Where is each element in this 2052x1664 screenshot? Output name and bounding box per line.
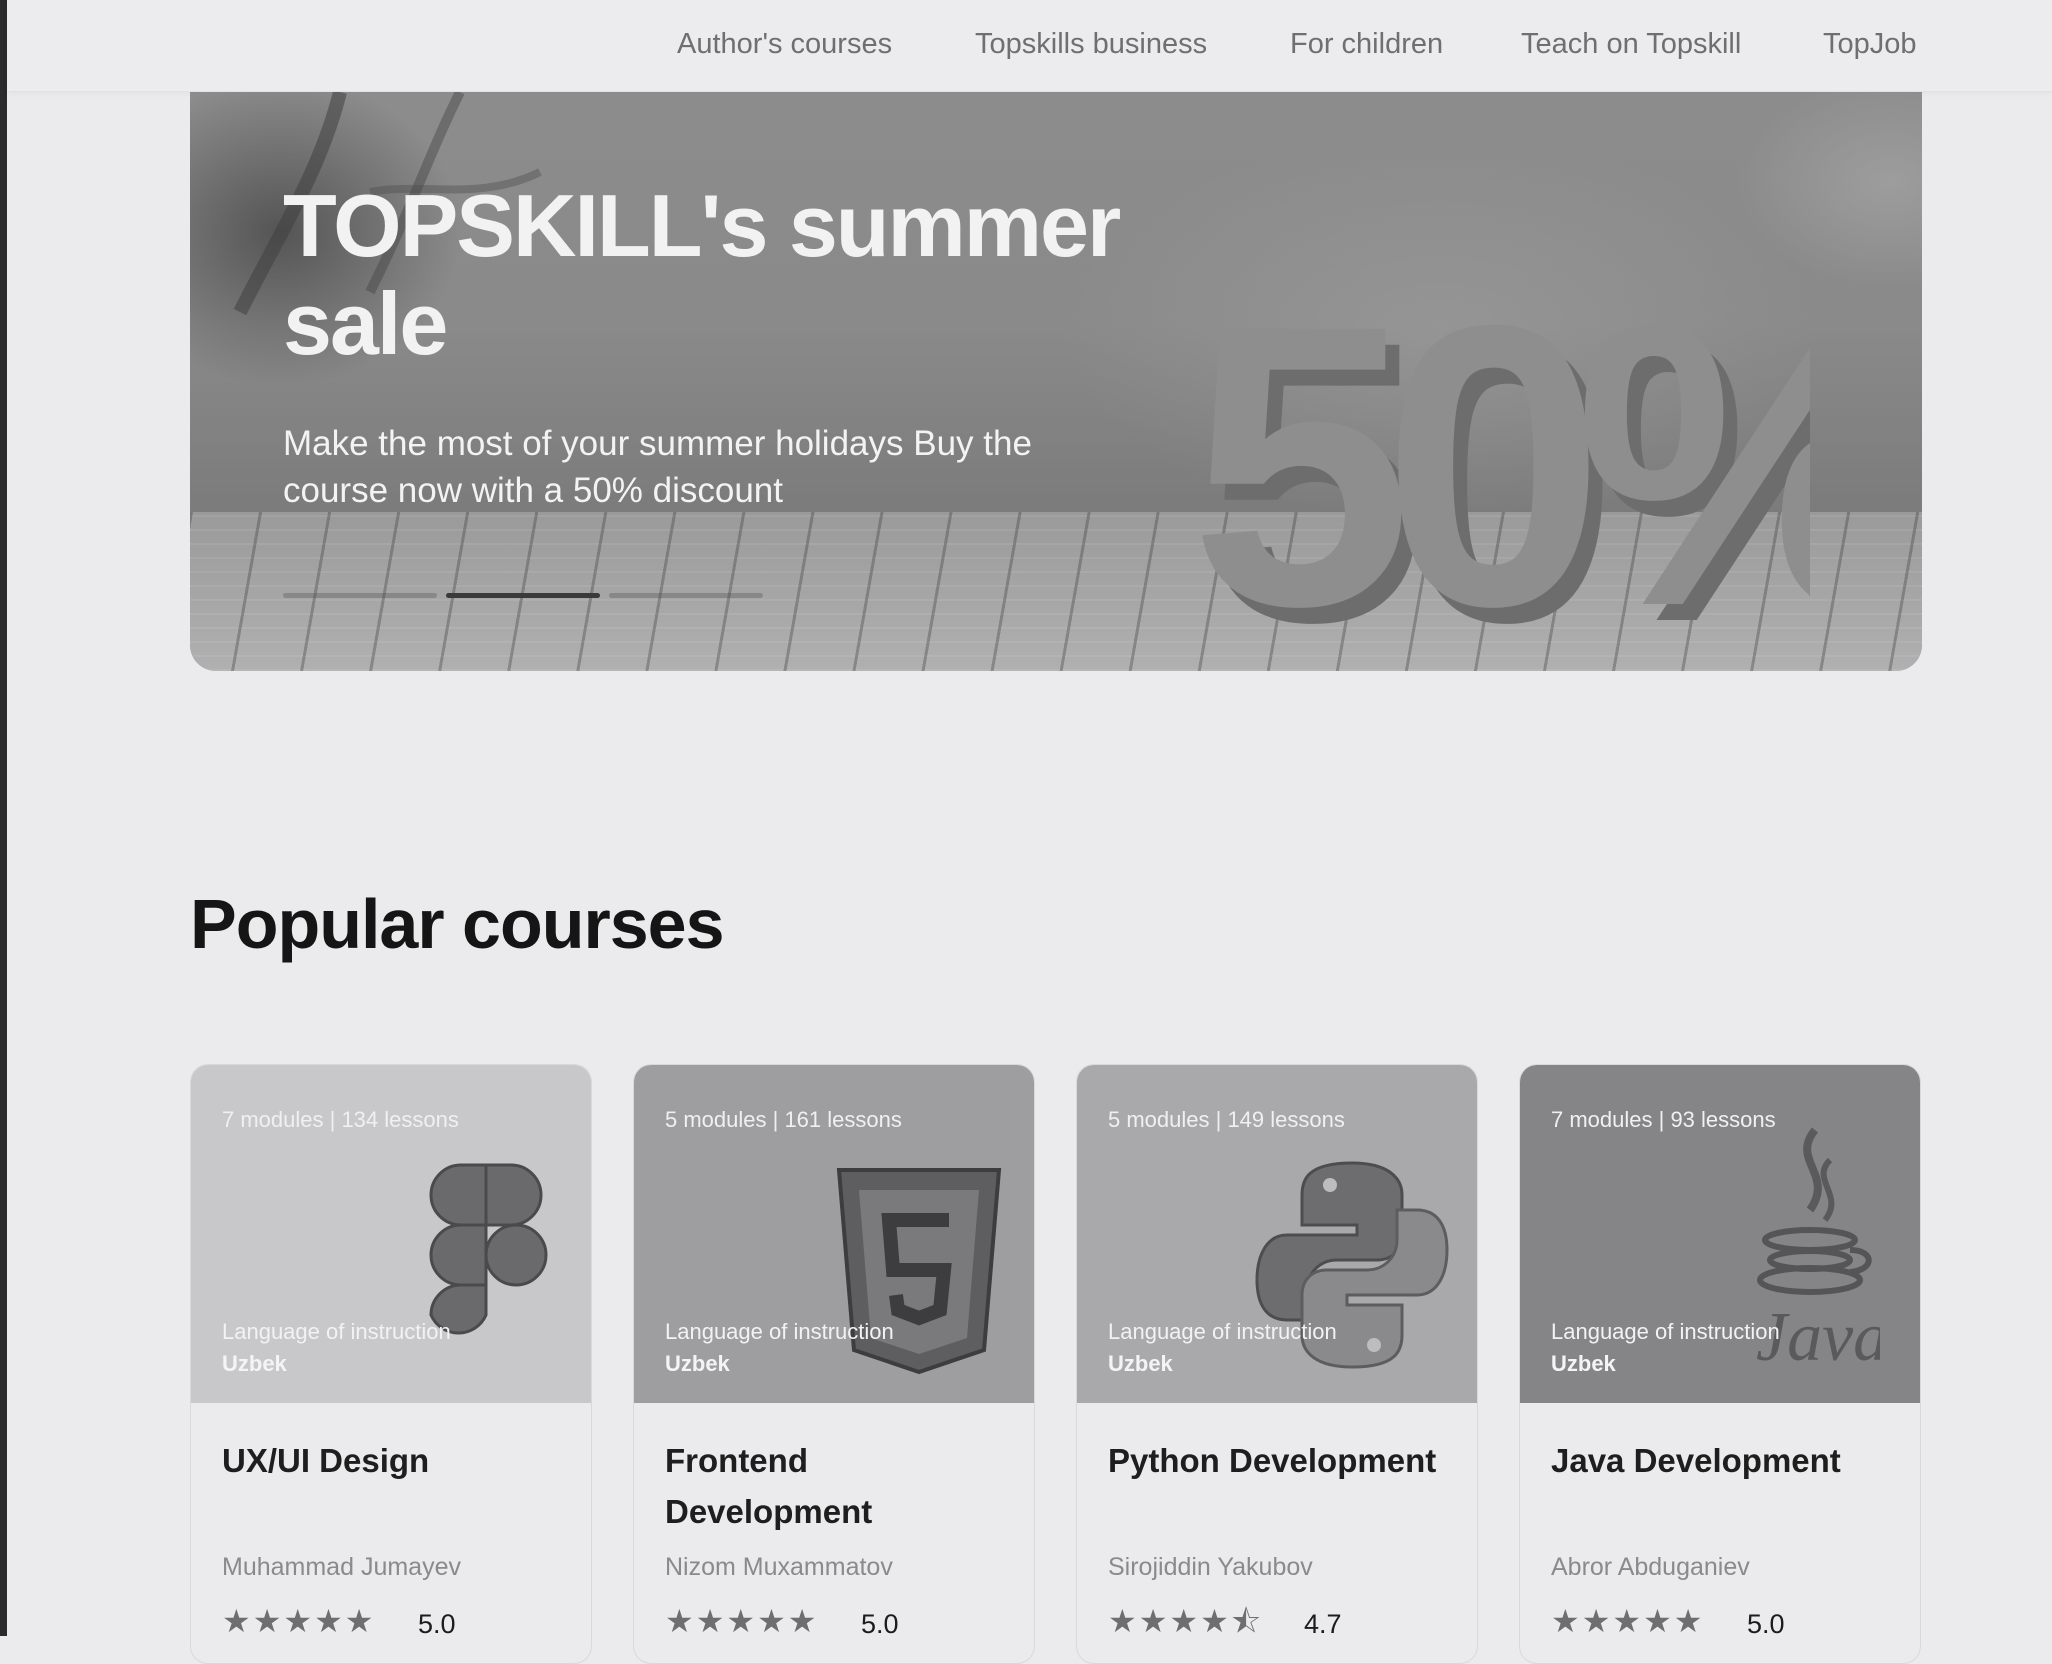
carousel-indicators xyxy=(283,593,763,599)
course-card-media: 7 modules | 134 lessons Language of inst… xyxy=(191,1065,591,1403)
star-icon: ★★★★★ xyxy=(665,1603,819,1639)
course-author: Abror Abduganiev xyxy=(1551,1553,1750,1581)
language-value: Uzbek xyxy=(222,1351,287,1376)
rating-value: 5.0 xyxy=(1747,1609,1785,1639)
course-card-ux-ui[interactable]: 7 modules | 134 lessons Language of inst… xyxy=(190,1064,592,1664)
html5-icon xyxy=(836,1168,1002,1375)
rating-value: 5.0 xyxy=(861,1609,899,1639)
star-icon: ★★★★★ xyxy=(222,1603,376,1639)
course-title[interactable]: UX/UI Design xyxy=(222,1435,572,1486)
course-card-frontend[interactable]: 5 modules | 161 lessons Language of inst… xyxy=(633,1064,1035,1664)
top-nav: Author's courses Topskills business For … xyxy=(7,0,2052,92)
rating-value: 5.0 xyxy=(418,1609,456,1639)
left-edge-bar xyxy=(0,0,7,1636)
course-title[interactable]: Java Development xyxy=(1551,1435,1901,1486)
svg-text:50%: 50% xyxy=(1190,242,1810,652)
course-card-media: 5 modules | 161 lessons Language of inst… xyxy=(634,1065,1034,1403)
nav-topjob[interactable]: TopJob xyxy=(1823,28,1917,61)
nav-for-children[interactable]: For children xyxy=(1290,28,1443,61)
banner-subtitle: Make the most of your summer holidays Bu… xyxy=(283,424,1032,510)
course-card-media: 5 modules | 149 lessons Language of inst… xyxy=(1077,1065,1477,1403)
course-card-java[interactable]: 7 modules | 93 lessons Java Language of … xyxy=(1519,1064,1921,1664)
course-author: Sirojiddin Yakubov xyxy=(1108,1553,1313,1581)
promo-banner[interactable]: TOPSKILL's summer sale Make the most of … xyxy=(190,92,1922,671)
carousel-dot[interactable] xyxy=(609,593,763,598)
language-label: Language of instruction xyxy=(1551,1319,1780,1344)
nav-topskills-business[interactable]: Topskills business xyxy=(975,28,1207,61)
star-icon: ★★★★★ xyxy=(1551,1603,1705,1639)
language-label: Language of instruction xyxy=(665,1319,894,1344)
course-meta: 5 modules | 149 lessons xyxy=(1108,1107,1345,1132)
language-label: Language of instruction xyxy=(1108,1319,1337,1344)
language-value: Uzbek xyxy=(1108,1351,1173,1376)
course-author: Nizom Muxammatov xyxy=(665,1553,893,1581)
language-label: Language of instruction xyxy=(222,1319,451,1344)
course-meta: 7 modules | 93 lessons xyxy=(1551,1107,1776,1132)
section-title: Popular courses xyxy=(190,885,725,963)
nav-authors-courses[interactable]: Author's courses xyxy=(677,28,892,61)
course-meta: 7 modules | 134 lessons xyxy=(222,1107,459,1132)
star-icon: ★★★★⯪ xyxy=(1108,1603,1264,1639)
rating-value: 4.7 xyxy=(1304,1609,1342,1639)
banner-title: TOPSKILL's summer sale xyxy=(283,176,1121,373)
course-title[interactable]: Frontend Development xyxy=(665,1435,1015,1537)
course-meta: 5 modules | 161 lessons xyxy=(665,1107,902,1132)
course-card-python[interactable]: 5 modules | 149 lessons Language of inst… xyxy=(1076,1064,1478,1664)
fifty-percent-graphic: 50% 50% xyxy=(1190,242,1810,652)
carousel-dot[interactable] xyxy=(283,593,437,598)
language-value: Uzbek xyxy=(1551,1351,1616,1376)
language-value: Uzbek xyxy=(665,1351,730,1376)
carousel-dot-active[interactable] xyxy=(446,593,600,598)
nav-teach-on-topskill[interactable]: Teach on Topskill xyxy=(1521,28,1741,61)
course-author: Muhammad Jumayev xyxy=(222,1553,461,1581)
course-card-media: 7 modules | 93 lessons Java Language of … xyxy=(1520,1065,1920,1403)
course-title[interactable]: Python Development xyxy=(1108,1435,1458,1486)
